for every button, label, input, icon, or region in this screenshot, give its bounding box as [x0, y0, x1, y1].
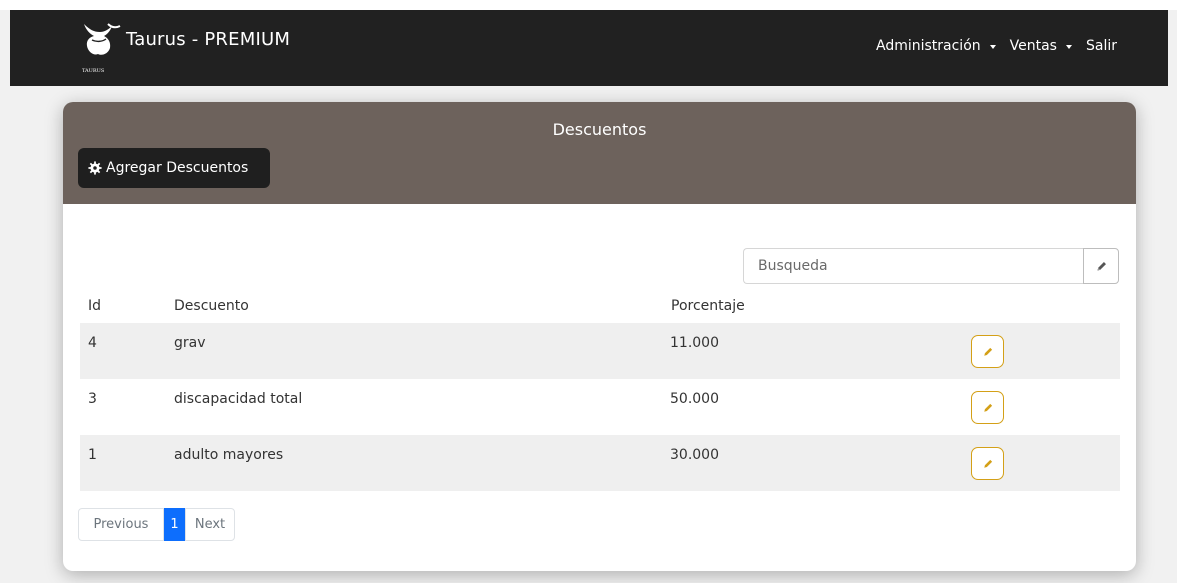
- pagination-page-1[interactable]: 1: [164, 508, 185, 541]
- table-row: 3 discapacidad total 50.000: [80, 379, 1120, 435]
- descuentos-card: Descuentos Agregar Descuentos Busqueda I…: [63, 102, 1136, 571]
- app-title: Taurus - PREMIUM: [126, 28, 291, 50]
- nav-menu: Administración Ventas Salir: [862, 38, 1117, 54]
- gear-icon: [88, 161, 102, 175]
- cell-id: 1: [88, 447, 97, 463]
- cell-porcentaje: 30.000: [670, 447, 719, 463]
- nav-administracion[interactable]: Administración: [876, 38, 996, 54]
- logo-wordmark: TAURUS: [82, 68, 105, 74]
- pencil-icon: [983, 459, 992, 468]
- cell-porcentaje: 11.000: [670, 335, 719, 351]
- card-title: Descuentos: [552, 120, 647, 139]
- pencil-icon: [1096, 261, 1106, 271]
- search-input[interactable]: [743, 248, 1083, 284]
- edit-button[interactable]: [971, 447, 1004, 480]
- caret-down-icon: [989, 44, 996, 49]
- column-header-descuento: Descuento: [174, 298, 249, 314]
- add-descuento-label: Agregar Descuentos: [106, 160, 249, 176]
- column-header-id: Id: [88, 298, 102, 314]
- add-descuento-button[interactable]: Agregar Descuentos: [78, 148, 270, 188]
- cell-descuento: grav: [174, 335, 206, 351]
- cell-descuento: adulto mayores: [174, 447, 284, 463]
- pencil-icon: [983, 347, 992, 356]
- navbar: TAURUS Taurus - PREMIUM Administración V…: [10, 10, 1168, 86]
- nav-ventas-label: Ventas: [1009, 38, 1057, 54]
- pagination-next[interactable]: Next: [185, 508, 235, 541]
- pagination-previous[interactable]: Previous: [78, 508, 164, 541]
- brand[interactable]: TAURUS Taurus - PREMIUM: [78, 20, 290, 74]
- table-row: 1 adulto mayores 30.000: [80, 435, 1120, 491]
- nav-salir[interactable]: Salir: [1086, 38, 1117, 54]
- nav-salir-label: Salir: [1085, 38, 1117, 54]
- pagination: Previous 1 Next: [78, 508, 235, 541]
- edit-button[interactable]: [971, 335, 1004, 368]
- caret-down-icon: [1065, 44, 1072, 49]
- cell-id: 3: [88, 391, 97, 407]
- top-strip: [0, 0, 1177, 10]
- nav-ventas[interactable]: Ventas: [1010, 38, 1072, 54]
- edit-button[interactable]: [971, 391, 1004, 424]
- cell-id: 4: [88, 335, 97, 351]
- table-row: 4 grav 11.000: [80, 323, 1120, 379]
- cell-porcentaje: 50.000: [670, 391, 719, 407]
- search-button[interactable]: [1083, 248, 1119, 284]
- nav-administracion-label: Administración: [875, 38, 981, 54]
- bull-logo-icon: TAURUS: [82, 23, 121, 74]
- pencil-icon: [983, 403, 992, 412]
- cell-descuento: discapacidad total: [174, 391, 303, 407]
- card-header: Descuentos Agregar Descuentos: [63, 102, 1136, 204]
- column-header-porcentaje: Porcentaje: [671, 298, 745, 314]
